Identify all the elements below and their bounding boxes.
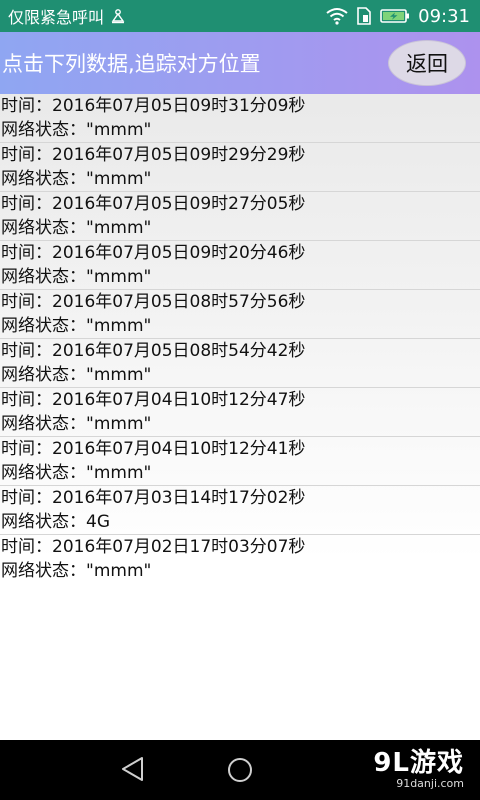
app-screen: 仅限紧急呼叫 09:31 点击下列数据,追踪对方位置 返回 时间：2016年07…	[0, 0, 480, 800]
watermark-logo: 9L游戏	[373, 748, 464, 778]
record-network-status: 网络状态："mmm"	[1, 218, 152, 238]
record-network-status: 网络状态："mmm"	[1, 463, 152, 483]
list-item[interactable]: 时间：2016年07月05日09时31分09秒 网络状态："mmm"	[0, 94, 480, 143]
status-bar: 仅限紧急呼叫 09:31	[0, 0, 480, 32]
record-time: 时间：2016年07月05日09时31分09秒	[1, 96, 306, 116]
list-item[interactable]: 时间：2016年07月04日10时12分47秒 网络状态："mmm"	[0, 388, 480, 437]
record-network-status: 网络状态："mmm"	[1, 365, 152, 385]
list-item[interactable]: 时间：2016年07月05日08时57分56秒 网络状态："mmm"	[0, 290, 480, 339]
record-time: 时间：2016年07月05日08时54分42秒	[1, 341, 306, 361]
record-time: 时间：2016年07月02日17时03分07秒	[1, 537, 306, 557]
record-time: 时间：2016年07月04日10时12分41秒	[1, 439, 306, 459]
record-network-status: 网络状态："mmm"	[1, 120, 152, 140]
list-item[interactable]: 时间：2016年07月04日10时12分41秒 网络状态："mmm"	[0, 437, 480, 486]
back-triangle-icon[interactable]	[120, 756, 146, 782]
navigation-bar: 9L游戏 91danji.com	[0, 740, 480, 800]
record-time: 时间：2016年07月05日09时20分46秒	[1, 243, 306, 263]
record-network-status: 网络状态："mmm"	[1, 316, 152, 336]
carrier-text: 仅限紧急呼叫	[8, 8, 105, 27]
record-list: 时间：2016年07月05日09时31分09秒 网络状态："mmm" 时间：20…	[0, 94, 480, 584]
battery-charging-icon	[380, 8, 410, 24]
record-time: 时间：2016年07月05日09时27分05秒	[1, 194, 306, 214]
record-network-status: 网络状态：4G	[1, 512, 110, 532]
list-item[interactable]: 时间：2016年07月05日09时29分29秒 网络状态："mmm"	[0, 143, 480, 192]
list-item[interactable]: 时间：2016年07月02日17时03分07秒 网络状态："mmm"	[0, 535, 480, 584]
record-network-status: 网络状态："mmm"	[1, 561, 152, 581]
record-time: 时间：2016年07月05日09时29分29秒	[1, 145, 306, 165]
clock-time: 09:31	[418, 5, 470, 27]
sim-card-icon	[356, 7, 372, 25]
home-circle-icon[interactable]	[227, 757, 253, 783]
sim-alert-icon	[110, 8, 126, 24]
watermark: 9L游戏 91danji.com	[373, 748, 464, 790]
list-item[interactable]: 时间：2016年07月05日08时54分42秒 网络状态："mmm"	[0, 339, 480, 388]
record-time: 时间：2016年07月05日08时57分56秒	[1, 292, 306, 312]
page-title: 点击下列数据,追踪对方位置	[2, 52, 261, 76]
record-network-status: 网络状态："mmm"	[1, 267, 152, 287]
back-button[interactable]: 返回	[388, 40, 466, 86]
record-network-status: 网络状态："mmm"	[1, 169, 152, 189]
status-left: 仅限紧急呼叫	[8, 4, 326, 28]
record-time: 时间：2016年07月04日10时12分47秒	[1, 390, 306, 410]
wifi-icon	[326, 7, 348, 25]
list-item[interactable]: 时间：2016年07月03日14时17分02秒 网络状态：4G	[0, 486, 480, 535]
status-right: 09:31	[326, 6, 470, 27]
record-network-status: 网络状态："mmm"	[1, 414, 152, 434]
title-bar: 点击下列数据,追踪对方位置 返回	[0, 32, 480, 94]
list-item[interactable]: 时间：2016年07月05日09时20分46秒 网络状态："mmm"	[0, 241, 480, 290]
watermark-url: 91danji.com	[396, 777, 464, 790]
list-item[interactable]: 时间：2016年07月05日09时27分05秒 网络状态："mmm"	[0, 192, 480, 241]
record-time: 时间：2016年07月03日14时17分02秒	[1, 488, 306, 508]
